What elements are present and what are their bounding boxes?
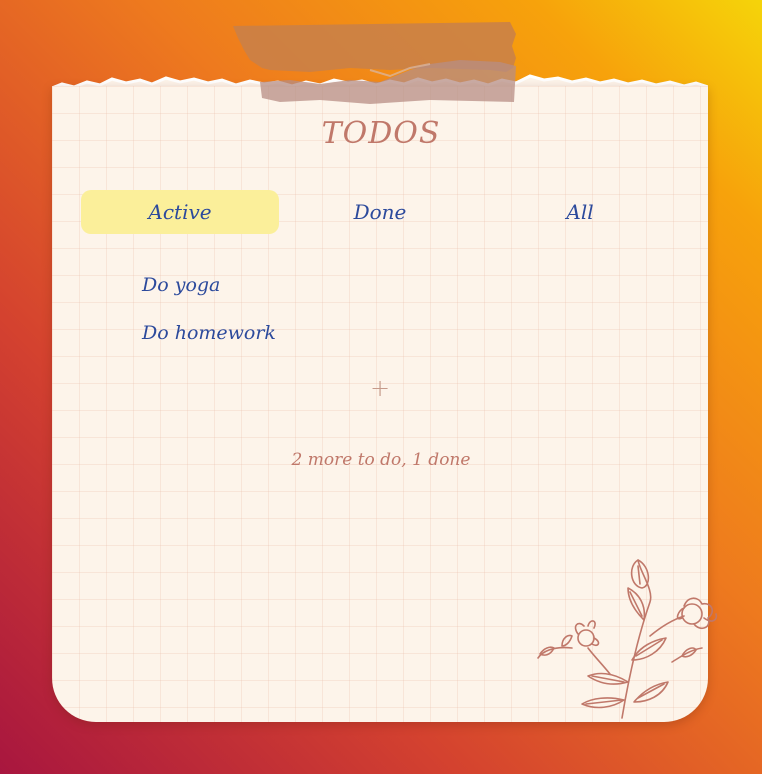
page-title: TODOS [321, 116, 441, 151]
add-todo-button[interactable]: + [366, 374, 394, 402]
todo-item-do-yoga[interactable]: Do yoga [142, 268, 276, 316]
status-summary: 2 more to do, 1 done [291, 450, 471, 470]
tab-done[interactable]: Done [281, 190, 479, 234]
masking-tape [233, 22, 516, 104]
filter-tabs: Active Done All [81, 190, 681, 234]
flower-decoration-icon [537, 559, 718, 719]
tab-all[interactable]: All [481, 190, 679, 234]
todo-list: Do yoga Do homework [142, 268, 276, 364]
todo-item-do-homework[interactable]: Do homework [142, 316, 276, 364]
tab-active[interactable]: Active [81, 190, 279, 234]
